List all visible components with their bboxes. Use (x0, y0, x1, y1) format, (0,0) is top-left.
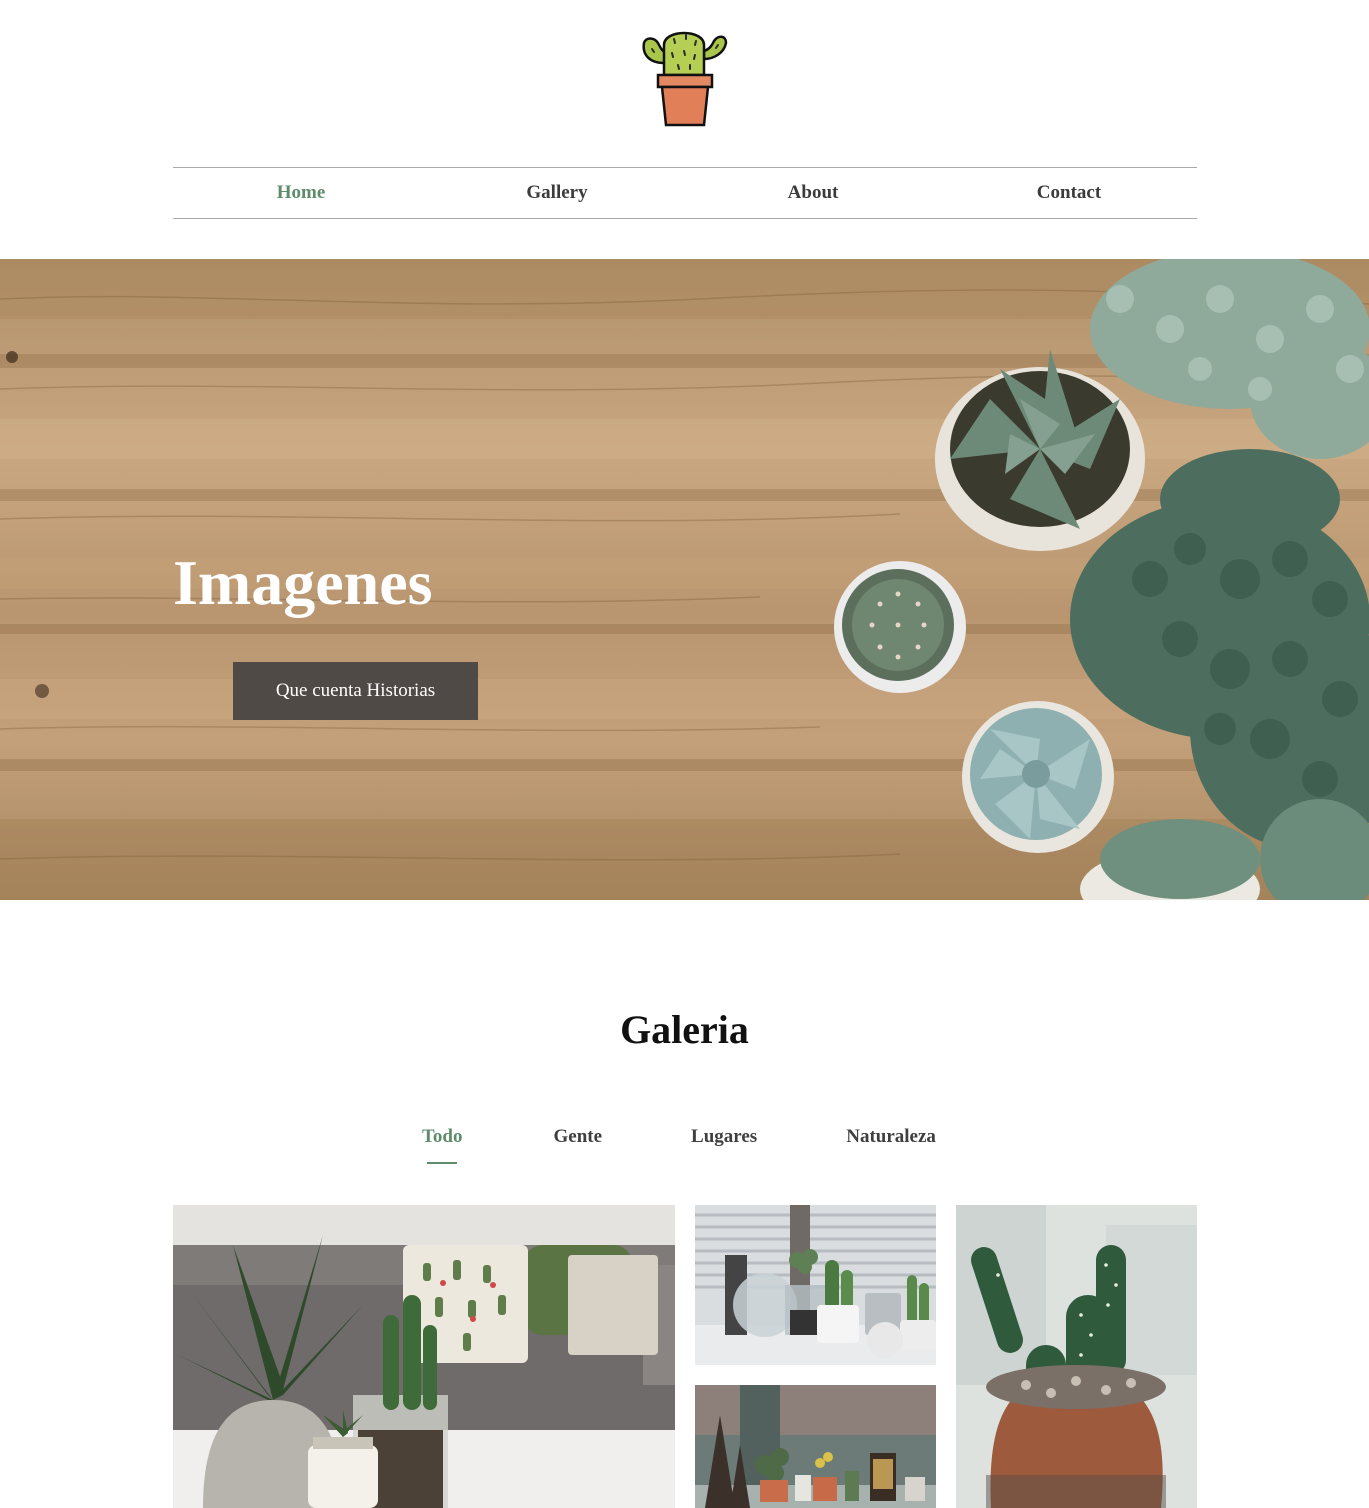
hero-cta-button[interactable]: Que cuenta Historias (233, 662, 478, 720)
filter-todo[interactable]: Todo (422, 1126, 463, 1170)
filter-naturaleza[interactable]: Naturaleza (846, 1126, 936, 1170)
nav-item-home[interactable]: Home (173, 168, 429, 218)
filter-lugares[interactable]: Lugares (691, 1126, 757, 1170)
filter-label: Todo (422, 1126, 463, 1147)
nav-item-about[interactable]: About (685, 168, 941, 218)
cactus-pot-icon[interactable] (640, 25, 730, 129)
gallery-title: Galeria (620, 1007, 749, 1052)
hero-title: Imagenes (173, 547, 433, 618)
gallery-image-living-room-plants[interactable] (173, 1205, 675, 1508)
active-filter-underline (427, 1162, 458, 1164)
filter-label: Lugares (691, 1126, 758, 1147)
page: Home Gallery About Contact Imagenes Que … (0, 0, 1369, 1508)
filter-label: Gente (553, 1126, 603, 1147)
nav-item-contact[interactable]: Contact (941, 168, 1197, 218)
gallery-image-potted-cactus[interactable] (956, 1205, 1197, 1508)
main-nav: Home Gallery About Contact (173, 167, 1197, 219)
filter-label: Naturaleza (846, 1126, 936, 1147)
gallery-filters: Todo Gente Lugares Naturaleza (398, 1126, 936, 1170)
gallery-image-window-sill-plants[interactable] (695, 1385, 936, 1508)
hero-banner: Imagenes Que cuenta Historias (0, 259, 1369, 900)
nav-item-gallery[interactable]: Gallery (429, 168, 685, 218)
filter-gente[interactable]: Gente (554, 1126, 603, 1170)
gallery-image-window-cacti[interactable] (695, 1205, 936, 1365)
